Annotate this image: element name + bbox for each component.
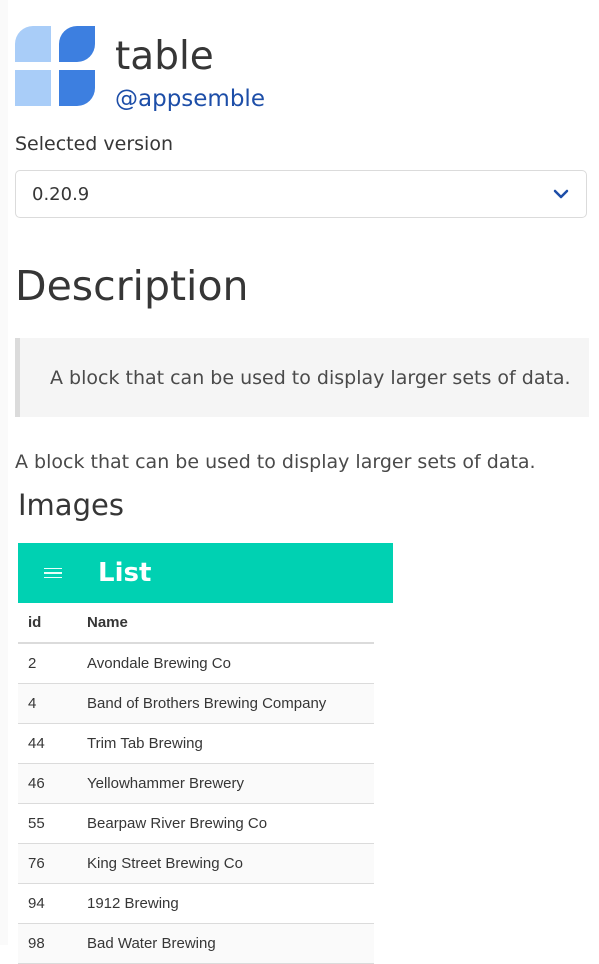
cell-id: 76 xyxy=(18,843,86,884)
description-quote-text: A block that can be used to display larg… xyxy=(50,366,571,389)
block-screenshot: List id Name 2 Avondale Brewing Co 4 Ban… xyxy=(18,543,393,964)
cell-id: 4 xyxy=(18,683,86,724)
table-row: 76 King Street Brewing Co xyxy=(18,843,374,884)
table-row: 2 Avondale Brewing Co xyxy=(18,643,374,684)
hamburger-menu-icon xyxy=(44,565,62,582)
appsemble-logo-icon xyxy=(15,26,95,106)
organization-link[interactable]: @appsemble xyxy=(115,86,265,112)
cell-name: Yellowhammer Brewery xyxy=(86,763,374,804)
block-header: table @appsemble xyxy=(15,26,265,112)
version-value: 0.20.9 xyxy=(32,183,90,205)
cell-name: Bad Water Brewing xyxy=(86,923,374,964)
screenshot-table: id Name 2 Avondale Brewing Co 4 Band of … xyxy=(18,603,374,964)
cell-id: 94 xyxy=(18,883,86,924)
cell-id: 98 xyxy=(18,923,86,964)
cell-id: 44 xyxy=(18,723,86,764)
version-select[interactable]: 0.20.9 xyxy=(15,170,587,218)
table-row: 55 Bearpaw River Brewing Co xyxy=(18,803,374,844)
table-row: 94 1912 Brewing xyxy=(18,883,374,924)
cell-id: 55 xyxy=(18,803,86,844)
chevron-down-icon xyxy=(553,189,569,199)
table-row: 44 Trim Tab Brewing xyxy=(18,723,374,764)
screenshot-app-bar: List xyxy=(18,543,393,603)
block-title: table xyxy=(115,34,214,79)
description-heading: Description xyxy=(15,262,249,310)
description-text: A block that can be used to display larg… xyxy=(15,451,536,473)
cell-name: Bearpaw River Brewing Co xyxy=(86,803,374,844)
column-header-id: id xyxy=(18,603,86,644)
cell-id: 2 xyxy=(18,643,86,684)
table-row: 46 Yellowhammer Brewery xyxy=(18,763,374,804)
version-label: Selected version xyxy=(15,133,173,155)
left-edge xyxy=(0,0,8,945)
images-heading: Images xyxy=(18,488,124,522)
cell-name: Avondale Brewing Co xyxy=(86,643,374,684)
table-row: 98 Bad Water Brewing xyxy=(18,923,374,964)
description-blockquote: A block that can be used to display larg… xyxy=(15,338,589,417)
table-header-row: id Name xyxy=(18,603,374,644)
cell-name: Trim Tab Brewing xyxy=(86,723,374,764)
column-header-name: Name xyxy=(86,603,374,644)
cell-name: King Street Brewing Co xyxy=(86,843,374,884)
cell-name: Band of Brothers Brewing Company xyxy=(86,683,374,724)
cell-id: 46 xyxy=(18,763,86,804)
cell-name: 1912 Brewing xyxy=(86,883,374,924)
screenshot-app-title: List xyxy=(98,558,152,588)
table-row: 4 Band of Brothers Brewing Company xyxy=(18,683,374,724)
